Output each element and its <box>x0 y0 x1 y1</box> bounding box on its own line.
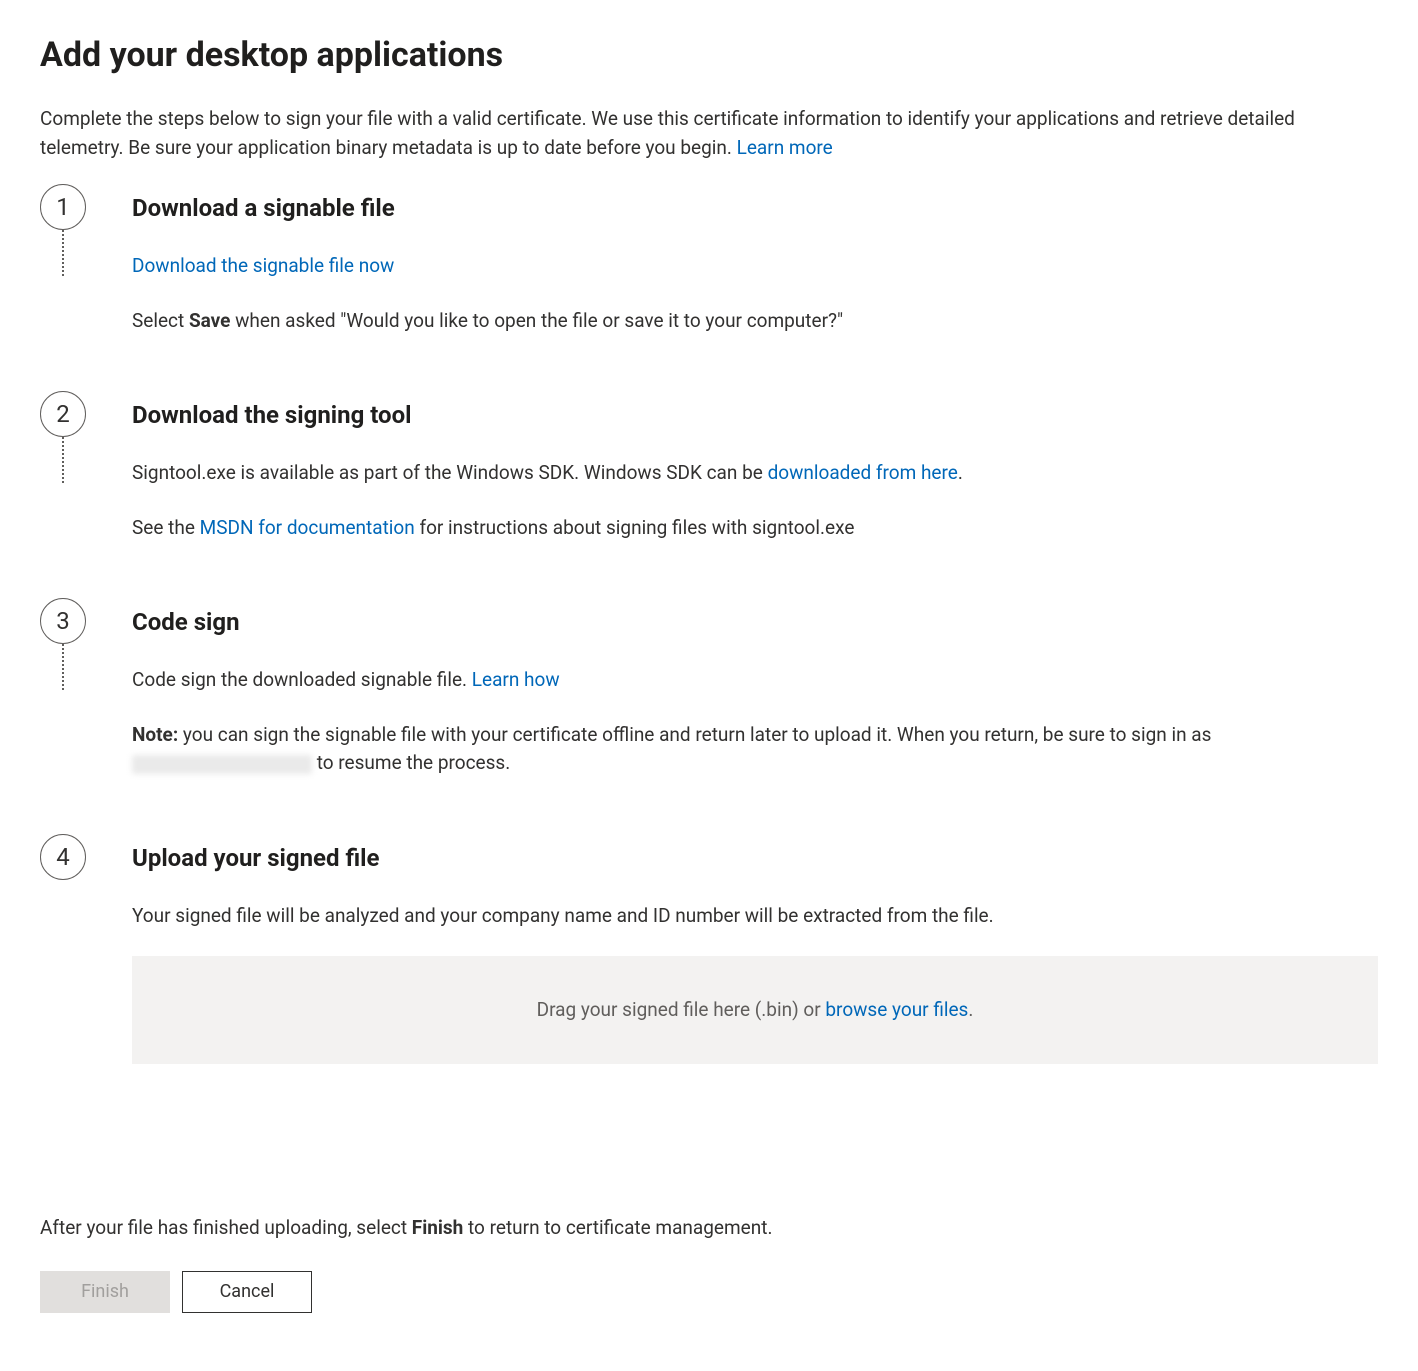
dropzone-suffix: . <box>968 998 973 1021</box>
step-2: 2 Download the signing tool Signtool.exe… <box>40 391 1378 598</box>
step-1-text-suffix: when asked "Would you like to open the f… <box>230 309 843 332</box>
step-1-text-bold: Save <box>189 309 231 332</box>
step-2-title: Download the signing tool <box>132 397 1378 433</box>
step-rail: 3 <box>40 598 86 644</box>
intro-text: Complete the steps below to sign your fi… <box>40 107 1295 159</box>
step-number-4: 4 <box>40 834 86 880</box>
step-number-3: 3 <box>40 598 86 644</box>
learn-how-link[interactable]: Learn how <box>472 668 560 691</box>
steps-container: 1 Download a signable file Download the … <box>40 184 1378 1064</box>
step-3-note-text-2: to resume the process. <box>312 751 510 774</box>
intro-paragraph: Complete the steps below to sign your fi… <box>40 105 1378 162</box>
step-1-content: Download a signable file Download the si… <box>86 184 1378 335</box>
step-2-line-2: See the MSDN for documentation for instr… <box>132 514 1378 543</box>
file-drop-zone[interactable]: Drag your signed file here (.bin) or bro… <box>132 956 1378 1064</box>
step-2-line2-prefix: See the <box>132 516 200 539</box>
step-3-line1-prefix: Code sign the downloaded signable file. <box>132 668 472 691</box>
cancel-button[interactable]: Cancel <box>182 1271 312 1313</box>
step-1: 1 Download a signable file Download the … <box>40 184 1378 391</box>
step-3-title: Code sign <box>132 604 1378 640</box>
step-1-text-prefix: Select <box>132 309 189 332</box>
step-2-line1-suffix: . <box>958 461 963 484</box>
step-4-title: Upload your signed file <box>132 840 1378 876</box>
step-4-content: Upload your signed file Your signed file… <box>86 834 1378 1065</box>
finish-button: Finish <box>40 1271 170 1313</box>
step-number-2: 2 <box>40 391 86 437</box>
msdn-documentation-link[interactable]: MSDN for documentation <box>200 516 415 539</box>
step-4-description: Your signed file will be analyzed and yo… <box>132 902 1378 931</box>
download-signable-file-link[interactable]: Download the signable file now <box>132 254 394 277</box>
step-3-note-text-1: you can sign the signable file with your… <box>178 723 1211 746</box>
step-rail: 4 <box>40 834 86 880</box>
step-number-1: 1 <box>40 184 86 230</box>
dropzone-text: Drag your signed file here (.bin) or <box>537 998 826 1021</box>
download-sdk-link[interactable]: downloaded from here <box>768 461 958 484</box>
redacted-email <box>132 755 312 774</box>
step-rail: 2 <box>40 391 86 437</box>
step-2-line-1: Signtool.exe is available as part of the… <box>132 459 1378 488</box>
step-3-note-label: Note: <box>132 723 178 746</box>
step-rail: 1 <box>40 184 86 230</box>
page-title: Add your desktop applications <box>40 30 1378 81</box>
step-3-line-1: Code sign the downloaded signable file. … <box>132 666 1378 695</box>
learn-more-link[interactable]: Learn more <box>737 136 833 159</box>
footer-prefix: After your file has finished uploading, … <box>40 1216 412 1239</box>
step-connector <box>62 230 64 276</box>
footer-instruction: After your file has finished uploading, … <box>40 1214 1378 1243</box>
browse-files-link[interactable]: browse your files <box>825 998 968 1021</box>
step-3: 3 Code sign Code sign the downloaded sig… <box>40 598 1378 834</box>
step-2-line2-suffix: for instructions about signing files wit… <box>415 516 855 539</box>
step-2-content: Download the signing tool Signtool.exe i… <box>86 391 1378 542</box>
footer-suffix: to return to certificate management. <box>463 1216 772 1239</box>
footer-bold: Finish <box>412 1216 464 1239</box>
step-1-title: Download a signable file <box>132 190 1378 226</box>
step-3-content: Code sign Code sign the downloaded signa… <box>86 598 1378 778</box>
step-1-instruction: Select Save when asked "Would you like t… <box>132 307 1378 336</box>
button-row: Finish Cancel <box>40 1271 1378 1313</box>
step-connector <box>62 644 64 690</box>
step-2-line1-prefix: Signtool.exe is available as part of the… <box>132 461 768 484</box>
step-4: 4 Upload your signed file Your signed fi… <box>40 834 1378 1065</box>
step-3-note: Note: you can sign the signable file wit… <box>132 721 1378 778</box>
step-connector <box>62 437 64 483</box>
